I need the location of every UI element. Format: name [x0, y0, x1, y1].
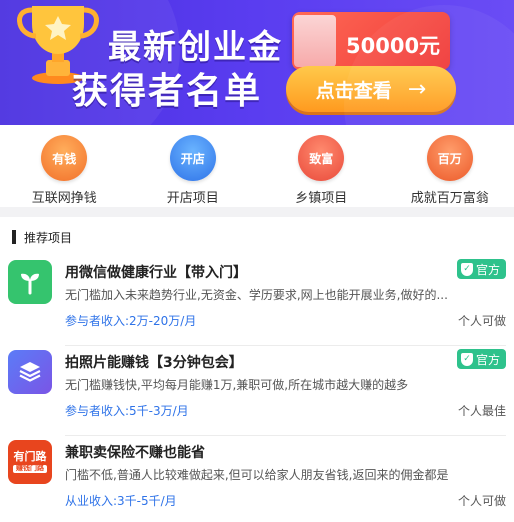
- section-marker: [12, 230, 16, 244]
- banknote-icon: [294, 15, 336, 67]
- shield-check-icon: ✓: [460, 352, 473, 366]
- promo-banner[interactable]: 最新创业金 获得者名单 50000元 点击查看 →: [0, 0, 514, 125]
- item-note: 个人可做: [457, 494, 506, 508]
- item-description: 无门槛赚钱快,平均每月能赚1万,兼职可做,所在城市越大赚的越多: [65, 378, 409, 392]
- arrow-right-icon: →: [407, 76, 427, 102]
- official-label: 官方: [475, 262, 500, 277]
- official-badge: ✓ 官方: [456, 349, 506, 369]
- list-item[interactable]: 用微信做健康行业【带入门】 ✓ 官方 无门槛加入未来趋势行业,无资金、学历要求,…: [0, 258, 514, 348]
- money-bag-icon: 有钱: [41, 135, 88, 181]
- item-note: 个人可做: [457, 314, 506, 328]
- section-header: 推荐项目: [12, 228, 72, 246]
- list-item[interactable]: 拍照片能赚钱【3分钟包会】 ✓ 官方 无门槛赚钱快,平均每月能赚1万,兼职可做,…: [0, 348, 514, 438]
- official-label: 官方: [475, 352, 500, 367]
- item-title: 用微信做健康行业【带入门】: [65, 265, 247, 281]
- category-label: 成就百万富翁: [410, 191, 489, 206]
- shield-check-icon: ✓: [460, 262, 473, 276]
- logo-subtext: 赚钱门路: [13, 465, 47, 473]
- check-button-label: 点击查看: [315, 79, 392, 102]
- banner-title-line2: 获得者名单: [72, 71, 263, 112]
- cash-amount: 50000元: [346, 34, 441, 58]
- item-note: 个人最佳: [457, 404, 506, 418]
- item-income: 参与者收入:2万-20万/月: [65, 314, 197, 328]
- pig-icon: 致富: [298, 135, 345, 181]
- section-title: 推荐项目: [24, 230, 73, 245]
- item-income: 参与者收入:5千-3万/月: [65, 404, 189, 418]
- logo-text: 有门路: [13, 450, 47, 464]
- layers-glyph: [19, 362, 41, 382]
- category-internet-money[interactable]: 有钱 互联网挣钱: [0, 125, 129, 207]
- category-label: 互联网挣钱: [31, 191, 97, 206]
- list-item[interactable]: 有门路 赚钱门路 兼职卖保险不赚也能省 门槛不低,普通人比较难做起来,但可以给家…: [0, 438, 514, 522]
- banner-title-line1: 最新创业金: [108, 27, 283, 66]
- sprout-icon: [21, 273, 39, 295]
- category-label: 乡镇项目: [295, 191, 348, 206]
- item-income: 从业收入:3千-5千/月: [65, 494, 177, 508]
- row-divider: [65, 435, 506, 436]
- item-description: 无门槛加入未来趋势行业,无资金、学历要求,网上也能开展业务,做好的...: [65, 288, 448, 302]
- row-divider: [65, 345, 506, 346]
- item-title: 拍照片能赚钱【3分钟包会】: [65, 355, 243, 371]
- item-title: 兼职卖保险不赚也能省: [65, 445, 205, 461]
- category-label: 开店项目: [166, 191, 219, 206]
- gold-bar-icon: 百万: [426, 135, 473, 181]
- category-town[interactable]: 致富 乡镇项目: [257, 125, 386, 207]
- section-divider: [0, 207, 514, 217]
- category-shop[interactable]: 开店 开店项目: [129, 125, 258, 207]
- category-bar: 有钱 互联网挣钱 开店 开店项目 致富 乡镇项目 百万 成就百万富翁: [0, 125, 514, 207]
- official-badge: ✓ 官方: [456, 259, 506, 279]
- check-button[interactable]: 点击查看 →: [286, 66, 456, 112]
- youmenlu-logo: 有门路 赚钱门路: [8, 440, 52, 484]
- shop-icon: 开店: [169, 135, 216, 181]
- wechat-health-icon: [8, 260, 52, 304]
- item-description: 门槛不低,普通人比较难做起来,但可以给家人朋友省钱,返回来的佣金都是: [65, 468, 449, 482]
- layers-icon: [8, 350, 52, 394]
- category-millionaire[interactable]: 百万 成就百万富翁: [386, 125, 514, 207]
